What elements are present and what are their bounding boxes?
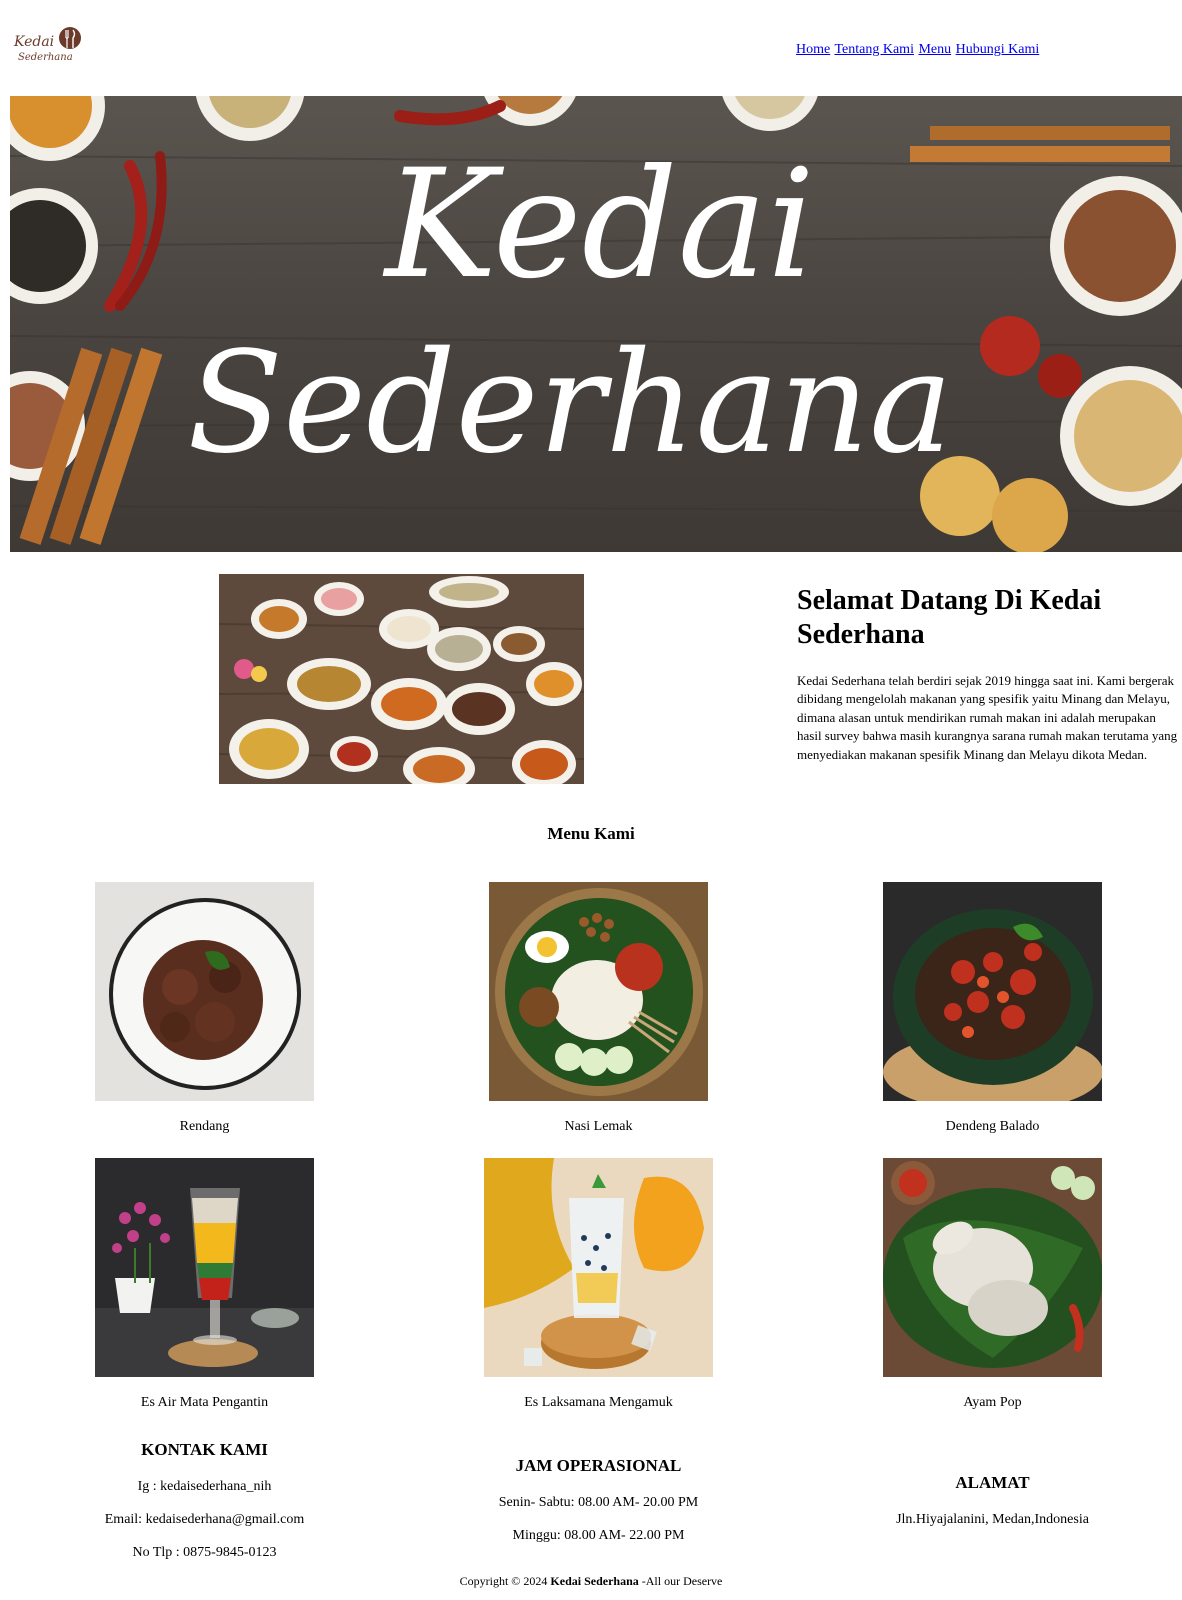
address-text: Jln.Hiyajalanini, Medan,Indonesia [896,1512,1089,1527]
welcome-description: Kedai Sederhana telah berdiri sejak 2019… [797,673,1178,762]
es-laksamana-mengamuk-image [484,1158,713,1377]
phone-number: No Tlp : 0875-9845-0123 [132,1545,277,1560]
copyright-text: Copyright © 2024 [459,1574,548,1588]
menu-item-es-laksamana-mengamuk: Es Laksamana Mengamuk [402,1158,795,1411]
es-air-mata-pengantin-image [95,1158,314,1377]
main-nav: Home Tentang Kami Menu Hubungi Kami [796,42,1040,58]
address-section: ALAMAT Jln.Hiyajalanini, Medan,Indonesia [796,1473,1182,1544]
menu-item-rendang: Rendang [8,882,401,1135]
menu-item-name: Es Laksamana Mengamuk [524,1395,673,1410]
address-title: ALAMAT [955,1473,1030,1492]
footer-brand: Kedai Sederhana [550,1574,639,1588]
opening-hours-section: JAM OPERASIONAL Senin- Sabtu: 08.00 AM- … [402,1456,795,1560]
ayam-pop-image [883,1158,1102,1377]
contact-section: KONTAK KAMI Ig : kedaisederhana_nih Emai… [8,1440,401,1577]
dendeng-balado-image [883,882,1102,1101]
footer: Copyright © 2024 Kedai Sederhana -All ou… [0,1574,1182,1589]
hero-banner: Kedai Sederhana [10,96,1182,552]
menu-item-name: Nasi Lemak [564,1119,633,1134]
sunday-hours: Minggu: 08.00 AM- 22.00 PM [512,1528,685,1543]
hero-title-line2: Sederhana [187,322,952,485]
menu-item-name: Ayam Pop [963,1395,1022,1410]
email-address: Email: kedaisederhana@gmail.com [104,1512,305,1527]
rendang-image [95,882,314,1101]
contact-title: KONTAK KAMI [141,1440,268,1459]
menu-item-es-air-mata-pengantin: Es Air Mata Pengantin [8,1158,401,1411]
opening-hours-title: JAM OPERASIONAL [515,1456,682,1475]
welcome-section: Selamat Datang Di Kedai Sederhana Kedai … [797,584,1182,764]
menu-section-title: Menu Kami [547,824,635,843]
weekday-hours: Senin- Sabtu: 08.00 AM- 20.00 PM [498,1495,699,1510]
logo-text-2: Sederhana [18,52,73,63]
plate-icon [59,27,81,49]
nav-about-link[interactable]: Tentang Kami [834,42,914,57]
nav-contact-link[interactable]: Hubungi Kami [956,42,1040,57]
welcome-title: Selamat Datang Di Kedai Sederhana [797,585,1102,650]
menu-item-dendeng-balado: Dendeng Balado [796,882,1182,1135]
welcome-food-image [218,574,585,791]
nasi-lemak-image [489,882,708,1101]
footer-suffix: -All our Deserve [641,1574,723,1588]
logo-text-1: Kedai [13,34,54,50]
brand-logo[interactable]: Kedai Sederhana [10,14,84,64]
menu-item-name: Rendang [179,1119,230,1134]
menu-item-name: Es Air Mata Pengantin [140,1395,269,1410]
nav-home-link[interactable]: Home [796,42,830,57]
menu-item-name: Dendeng Balado [945,1119,1040,1134]
nav-menu-link[interactable]: Menu [918,42,951,57]
menu-item-nasi-lemak: Nasi Lemak [402,882,795,1135]
menu-item-ayam-pop: Ayam Pop [796,1158,1182,1411]
instagram-handle: Ig : kedaisederhana_nih [137,1479,272,1494]
hero-title-line1: Kedai [382,138,815,312]
